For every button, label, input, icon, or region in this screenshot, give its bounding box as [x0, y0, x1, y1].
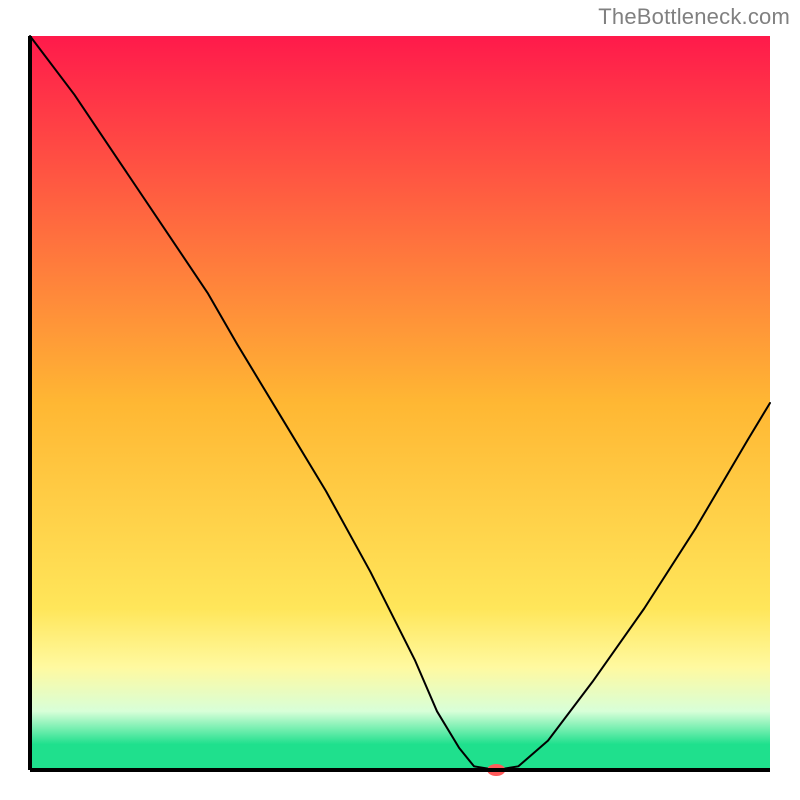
watermark-label: TheBottleneck.com [598, 4, 790, 30]
chart-container: TheBottleneck.com [0, 0, 800, 800]
bottleneck-chart [0, 0, 800, 800]
gradient-background [30, 36, 770, 770]
